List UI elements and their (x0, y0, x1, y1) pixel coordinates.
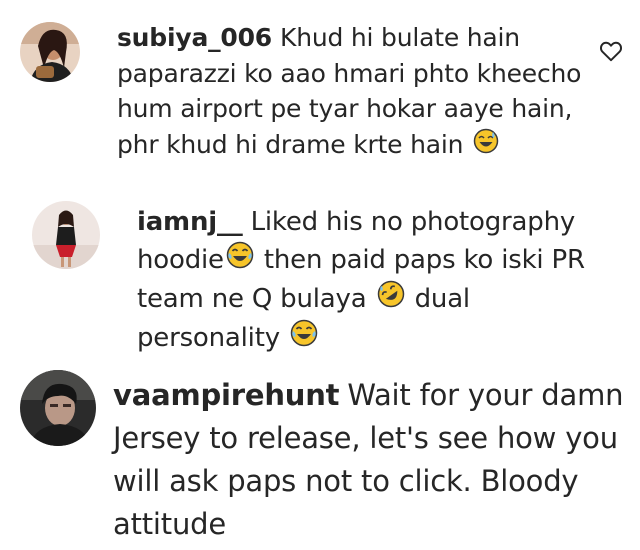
comment-username[interactable]: iamnj__ (137, 207, 243, 237)
tears-of-joy-emoji-icon (290, 319, 318, 358)
avatar[interactable] (20, 22, 80, 82)
comment-iamnj: iamnj__ Liked his no photography hoodie t… (0, 195, 640, 360)
comment-text: vaampirehunt Wait for your damn Jersey to… (113, 374, 633, 546)
avatar[interactable] (32, 201, 100, 269)
sweat-smile-emoji-icon (473, 128, 499, 164)
comment-text: iamnj__ Liked his no photography hoodie t… (137, 203, 607, 358)
comment-username[interactable]: vaampirehunt (113, 378, 340, 412)
comment-vaampirehunt: vaampirehunt Wait for your damn Jersey to… (0, 360, 640, 550)
comment-subiya: subiya_006 Khud hi bulate hain paparazzi … (0, 0, 640, 200)
comment-username[interactable]: subiya_006 (117, 23, 272, 52)
rofl-emoji-icon (377, 280, 405, 319)
avatar[interactable] (20, 370, 96, 446)
tears-of-joy-emoji-icon (226, 241, 254, 280)
comment-text: subiya_006 Khud hi bulate hain paparazzi … (117, 20, 587, 163)
like-heart-icon[interactable] (598, 38, 624, 64)
